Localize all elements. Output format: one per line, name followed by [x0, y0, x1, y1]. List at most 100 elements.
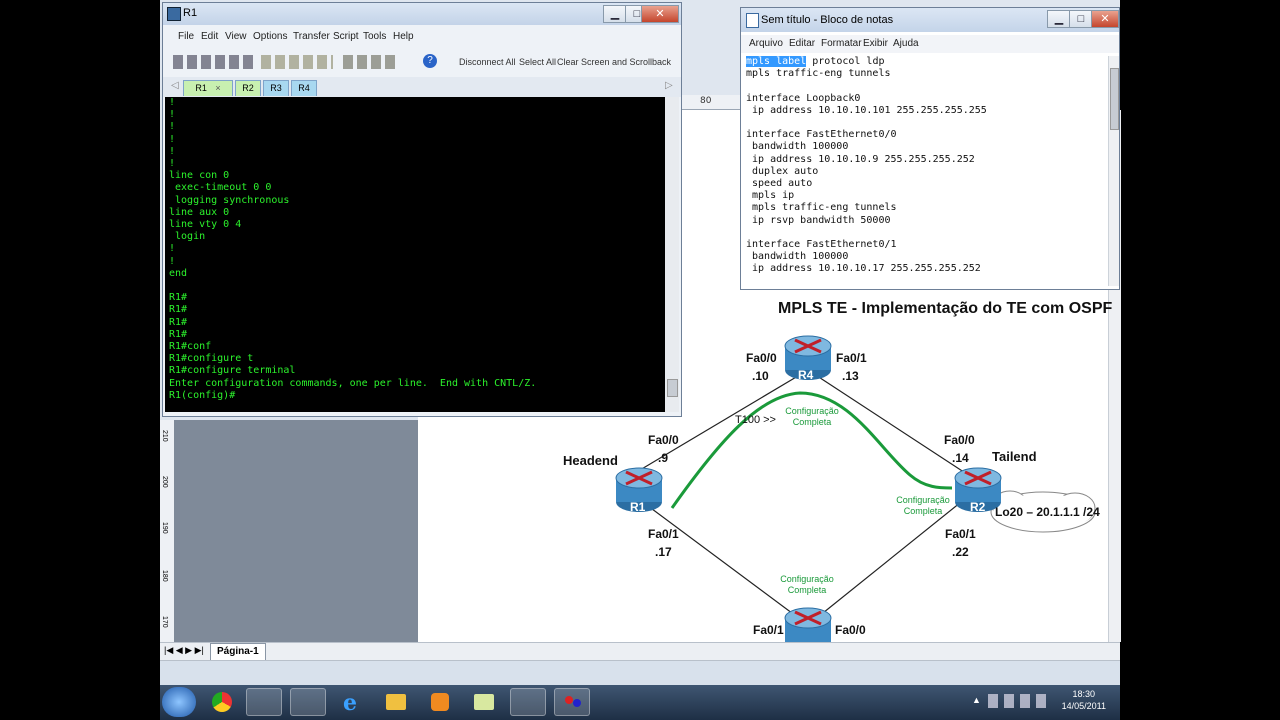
tabs-scroll-left-icon[interactable]: ◁ — [171, 80, 179, 91]
tab-close-icon[interactable]: × — [215, 83, 220, 93]
notepad-title-bar: Sem título - Bloco de notas ▁ □ ✕ — [741, 8, 1119, 32]
ie-taskbar-icon[interactable]: e — [334, 688, 370, 716]
gns3-taskbar-icon[interactable] — [554, 688, 590, 716]
notepad-window-title: Sem título - Bloco de notas — [761, 14, 894, 26]
r4-fa01-ip: .13 — [842, 369, 859, 383]
menu-tools[interactable]: Tools — [363, 31, 386, 42]
r2-fa01-ip: .22 — [952, 545, 969, 559]
tab-r4[interactable]: R4 — [291, 80, 317, 96]
notepad-line: ip address 10.10.10.17 255.255.255.252 — [746, 263, 981, 275]
notepad-taskbar-icon[interactable] — [510, 688, 546, 716]
page-tab-bar: |◀ ◀ ▶ ▶| Página-1 — [160, 642, 1120, 661]
tabs-scroll-right-icon[interactable]: ▷ — [665, 80, 673, 91]
router-r3-icon[interactable] — [783, 600, 833, 642]
visio-taskbar-icon[interactable] — [246, 688, 282, 716]
menu-editar[interactable]: Editar — [789, 38, 815, 49]
notepad-line: speed auto — [746, 178, 813, 190]
securecrt-taskbar-icon[interactable] — [290, 688, 326, 716]
notepad-line: mpls traffic-eng tunnels — [746, 68, 891, 80]
disconnect-all-button[interactable]: Disconnect All — [459, 57, 516, 67]
crt-window-title: R1 — [183, 7, 198, 19]
config-label-right: Configuração Completa — [896, 495, 950, 516]
notepad-lines: mpls traffic-eng tunnels interface Loopb… — [746, 68, 1106, 275]
help-icon[interactable]: ? — [423, 54, 437, 68]
tab-r1[interactable]: R1 × — [183, 80, 233, 96]
router-r1-label: R1 — [630, 500, 646, 514]
clear-screen-button[interactable]: Clear Screen and Scrollback — [557, 57, 671, 67]
app-icon — [167, 7, 181, 21]
notepad-line: ip address 10.10.10.9 255.255.255.252 — [746, 153, 975, 165]
crt-session-tabs: ◁ R1 × R2 R3 R4 ▷ — [163, 77, 681, 97]
terminal-line: ! — [169, 145, 176, 157]
notepad-line: ip rsvp bandwidth 50000 — [746, 214, 891, 226]
terminal-line: R1#configure t — [169, 353, 254, 365]
notepad-window: Sem título - Bloco de notas ▁ □ ✕ Arquiv… — [740, 7, 1120, 290]
menu-help[interactable]: Help — [393, 31, 414, 42]
first-line-rest: protocol ldp — [806, 56, 885, 67]
menu-view[interactable]: View — [225, 31, 247, 42]
headend-label: Headend — [563, 453, 618, 468]
config-label-top: Configuração Completa — [785, 406, 839, 427]
menu-exibir[interactable]: Exibir — [863, 38, 888, 49]
menu-options[interactable]: Options — [253, 31, 287, 42]
tab-r3[interactable]: R3 — [263, 80, 289, 96]
menu-ajuda[interactable]: Ajuda — [893, 38, 919, 49]
terminal-output[interactable]: !!!!!! line con 0 exec-timeout 0 0 loggin… — [165, 97, 665, 412]
tab-r2[interactable]: R2 — [235, 80, 261, 96]
media-player-taskbar-icon[interactable] — [422, 688, 458, 716]
notepad-line: interface Loopback0 — [746, 92, 861, 104]
edit-tools-icon[interactable] — [261, 55, 333, 69]
notepad-scrollbar[interactable] — [1108, 56, 1119, 286]
notepad-line: interface FastEthernet0/1 — [746, 239, 897, 251]
terminal-line: line vty 0 4 — [169, 219, 242, 231]
notepad-menu-bar: Arquivo Editar Formatar Exibir Ajuda — [741, 35, 1119, 53]
terminal-line: R1#configure terminal — [169, 365, 296, 377]
terminal-line: R1#conf — [169, 341, 212, 353]
terminal-line: ! — [169, 243, 176, 255]
r1-fa00-label: Fa0/0 — [648, 433, 679, 447]
r3-fa00-label: Fa0/0 — [835, 623, 866, 637]
minimize-button[interactable]: ▁ — [603, 5, 627, 23]
menu-script[interactable]: Script — [333, 31, 359, 42]
notepad-close-button[interactable]: ✕ — [1091, 10, 1119, 28]
start-button-icon[interactable] — [162, 687, 196, 717]
terminal-line: line aux 0 — [169, 206, 230, 218]
menu-arquivo[interactable]: Arquivo — [749, 38, 783, 49]
router-r4-label: R4 — [798, 368, 814, 382]
terminal-line: R1# — [169, 304, 188, 316]
selected-text: mpls label — [746, 56, 807, 67]
terminal-scrollbar[interactable] — [665, 97, 679, 412]
crt-title-bar: R1 ▁ □ ✕ — [163, 3, 681, 25]
tray-icons[interactable] — [988, 694, 1048, 708]
notepad-scroll-thumb[interactable] — [1110, 68, 1119, 130]
notepad-line — [746, 80, 1106, 92]
crt-menu-bar: File Edit View Options Transfer Script T… — [163, 31, 681, 49]
notepad-line — [746, 227, 1106, 239]
taskbar-clock[interactable]: 18:30 14/05/2011 — [1062, 688, 1106, 712]
select-all-button[interactable]: Select All — [519, 57, 556, 67]
scroll-thumb[interactable] — [667, 379, 678, 397]
notepad-line: bandwidth 100000 — [746, 251, 849, 263]
chrome-taskbar-icon[interactable] — [204, 688, 240, 716]
close-button[interactable]: ✕ — [641, 5, 679, 23]
explorer-taskbar-icon[interactable] — [378, 688, 414, 716]
page-tab-1[interactable]: Página-1 — [210, 643, 266, 661]
crt-toolbar: ? Disconnect All Select All Clear Screen… — [163, 51, 681, 75]
r1-fa01-ip: .17 — [655, 545, 672, 559]
show-hidden-icons-icon[interactable]: ▲ — [972, 695, 981, 705]
page-nav-icon[interactable]: |◀ ◀ ▶ ▶| — [164, 645, 204, 656]
menu-transfer[interactable]: Transfer — [293, 31, 330, 42]
folder-taskbar-icon[interactable] — [466, 688, 502, 716]
cloud-label: Lo20 – 20.1.1.1 /24 — [995, 505, 1100, 519]
menu-edit[interactable]: Edit — [201, 31, 218, 42]
terminal-line: ! — [169, 133, 176, 145]
menu-formatar[interactable]: Formatar — [821, 38, 862, 49]
connect-tools-icon[interactable] — [173, 55, 253, 69]
notepad-maximize-button[interactable]: □ — [1069, 10, 1093, 28]
diagram-title: MPLS TE - Implementação do TE com OSPF — [778, 300, 1113, 317]
notepad-line — [746, 117, 1106, 129]
notepad-text-area[interactable]: mpls label protocol ldp mpls traffic-eng … — [746, 56, 1106, 284]
menu-file[interactable]: File — [178, 31, 194, 42]
session-tools-icon[interactable] — [343, 55, 395, 69]
notepad-minimize-button[interactable]: ▁ — [1047, 10, 1071, 28]
